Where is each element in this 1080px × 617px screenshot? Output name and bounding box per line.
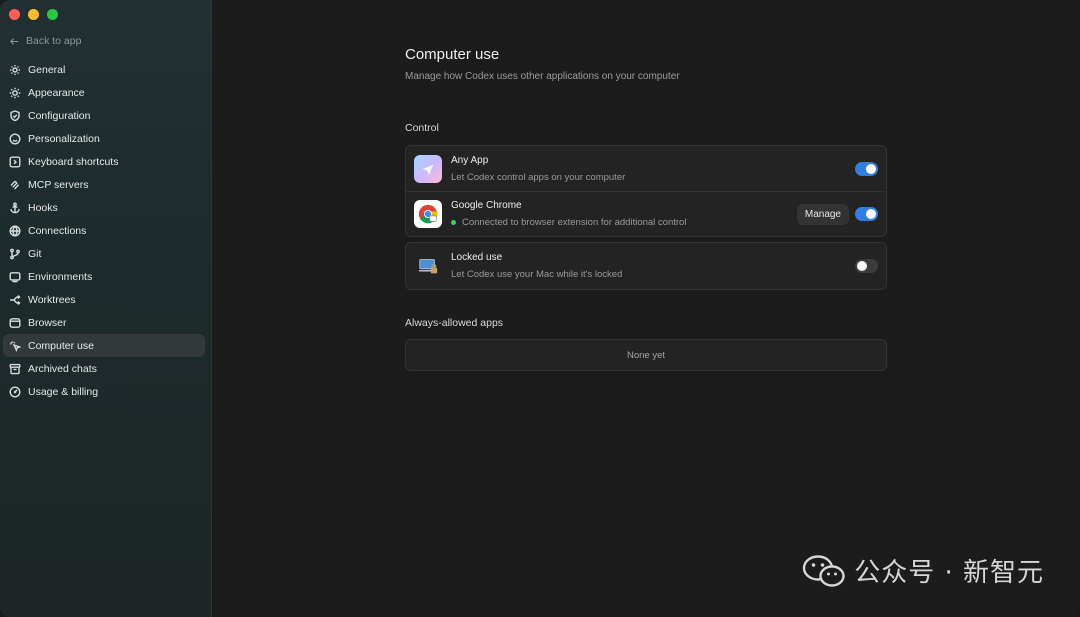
control-card: Any App Let Codex control apps on your c… [405,145,887,237]
sidebar-item-general[interactable]: General [3,58,205,81]
chrome-description-text: Connected to browser extension for addit… [462,217,687,228]
any-app-icon [414,154,442,183]
sidebar-item-label: Git [28,247,42,260]
any-app-description-text: Let Codex control apps on your computer [451,171,626,183]
sidebar-item-label: Configuration [28,109,91,122]
sun-icon [9,87,21,99]
computer-use-panel: Computer use Manage how Codex uses other… [405,46,887,371]
settings-sidebar: Back to app General Appearance Configura… [0,0,212,617]
sidebar-item-configuration[interactable]: Configuration [3,104,205,127]
sidebar-item-worktrees[interactable]: Worktrees [3,288,205,311]
minimize-window-button[interactable] [28,9,39,20]
sidebar-item-archived-chats[interactable]: Archived chats [3,357,205,380]
zoom-window-button[interactable] [47,9,58,20]
locked-use-description: Let Codex use your Mac while it's locked [451,269,855,280]
sidebar-item-label: Computer use [28,339,94,352]
sidebar-item-computer-use[interactable]: Computer use [3,334,205,357]
sidebar-item-label: Archived chats [28,362,97,375]
connected-status-dot [451,220,456,225]
mcp-icon [9,179,21,191]
sidebar-item-label: Appearance [28,86,85,99]
git-branch-icon [9,248,21,260]
always-allowed-empty-state: None yet [405,339,887,371]
arrow-left-icon [10,37,19,45]
control-section-label: Control [405,122,439,134]
sidebar-item-appearance[interactable]: Appearance [3,81,205,104]
any-app-row: Any App Let Codex control apps on your c… [406,146,886,191]
page-title: Computer use [405,46,500,63]
globe-icon [9,224,21,237]
anchor-icon [9,202,21,214]
sidebar-item-label: Keyboard shortcuts [28,155,119,168]
locked-use-name: Locked use [451,252,503,263]
sidebar-item-label: Connections [28,224,87,237]
worktree-icon [9,294,21,306]
page-subtitle: Manage how Codex uses other applications… [405,71,680,82]
sidebar-item-label: Hooks [28,201,58,214]
shield-icon [9,109,21,122]
settings-main: Computer use Manage how Codex uses other… [212,0,1080,617]
sidebar-item-label: General [28,63,66,76]
wechat-icon [803,554,845,587]
monitor-icon [9,271,21,283]
toggle-knob [866,209,876,219]
sidebar-item-environments[interactable]: Environments [3,265,205,288]
google-chrome-row: Google Chrome Connected to browser exten… [406,191,886,236]
locked-use-card: Locked use Let Codex use your Mac while … [405,242,887,290]
sidebar-item-label: MCP servers [28,178,89,191]
sidebar-item-keyboard-shortcuts[interactable]: Keyboard shortcuts [3,150,205,173]
chrome-icon [414,200,442,228]
locked-use-description-text: Let Codex use your Mac while it's locked [451,269,623,280]
back-label: Back to app [26,35,82,47]
sidebar-item-hooks[interactable]: Hooks [3,196,205,219]
locked-use-toggle[interactable] [855,259,878,273]
cursor-icon [9,340,21,352]
manage-button[interactable]: Manage [796,203,849,225]
any-app-description: Let Codex control apps on your computer [451,172,855,183]
chrome-toggle[interactable] [855,207,878,221]
app-window: Back to app General Appearance Configura… [0,0,1080,617]
sidebar-item-label: Environments [28,270,93,283]
gauge-icon [9,385,21,398]
watermark-text: 公众号 · 新智元 [854,558,1044,588]
gear-icon [9,64,21,76]
any-app-name: Any App [451,154,489,166]
sidebar-item-git[interactable]: Git [3,242,205,265]
sidebar-item-label: Usage & billing [28,385,99,398]
sidebar-item-label: Worktrees [28,293,76,306]
chrome-description: Connected to browser extension for addit… [451,217,797,228]
sidebar-item-mcp-servers[interactable]: MCP servers [3,173,205,196]
locked-use-row: Locked use Let Codex use your Mac while … [406,243,886,289]
keyboard-icon [9,156,21,168]
sidebar-item-label: Personalization [28,132,100,145]
wechat-watermark: 公众号 · 新智元 [802,552,1044,589]
smile-icon [9,132,21,145]
sidebar-item-connections[interactable]: Connections [3,219,205,242]
window-controls [9,9,58,20]
browser-icon [9,317,21,329]
any-app-toggle[interactable] [855,161,878,176]
sidebar-item-browser[interactable]: Browser [3,311,205,334]
chrome-name: Google Chrome [451,200,522,211]
empty-state-text: None yet [626,349,666,361]
settings-nav: General Appearance Configuration Persona… [3,58,205,403]
archive-icon [9,363,21,375]
toggle-knob [857,261,867,271]
back-to-app-link[interactable]: Back to app [9,35,81,47]
sidebar-item-label: Browser [28,316,67,329]
toggle-knob [866,163,876,174]
close-window-button[interactable] [9,9,20,20]
always-allowed-section-label: Always-allowed apps [405,317,504,329]
laptop-lock-icon [414,252,442,280]
sidebar-item-personalization[interactable]: Personalization [3,127,205,150]
sidebar-item-usage-billing[interactable]: Usage & billing [3,380,205,403]
